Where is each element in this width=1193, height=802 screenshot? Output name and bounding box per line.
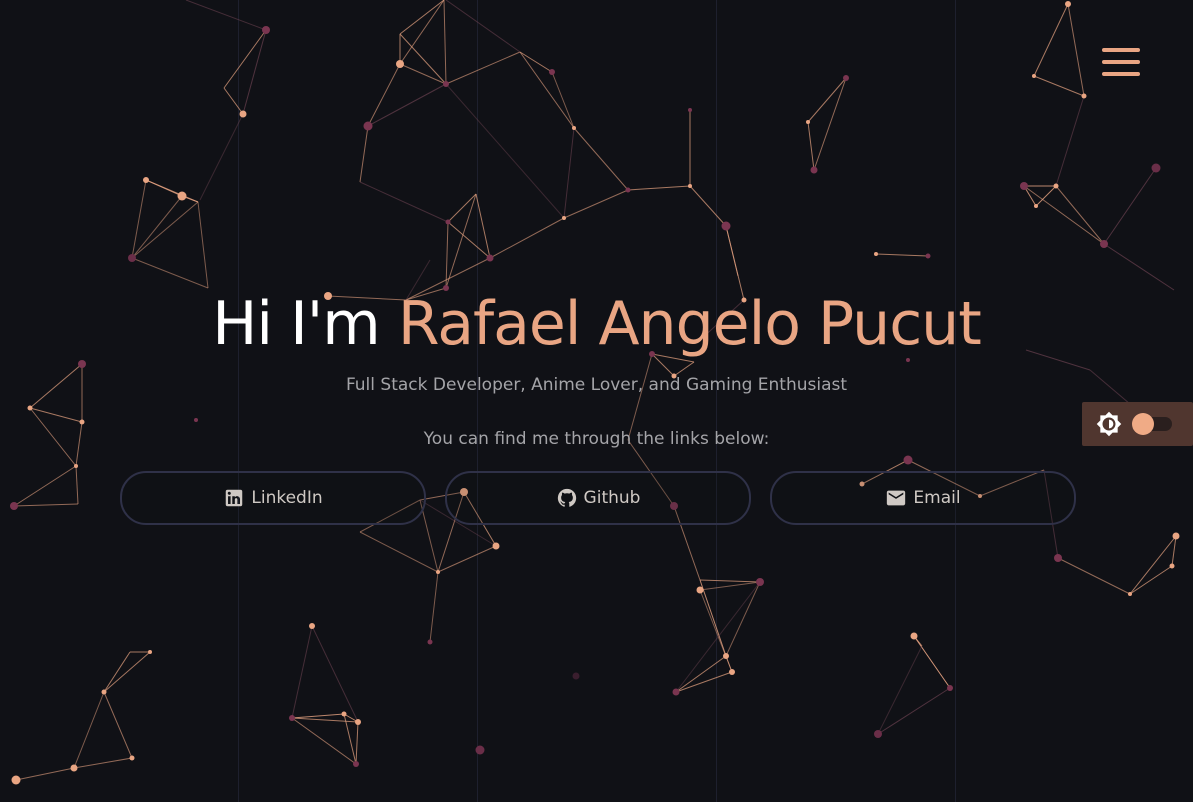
particle-network-background [10, 0, 1180, 785]
landing-page: Hi I'm Rafael Angelo Pucut Full Stack De… [0, 0, 1193, 802]
menu-bar [1102, 72, 1140, 76]
email-button[interactable]: Email [770, 471, 1076, 525]
email-icon [887, 490, 906, 506]
name-text: Rafael Angelo Pucut [397, 289, 982, 359]
linkedin-label: LinkedIn [251, 488, 323, 508]
hero-subtitle: Full Stack Developer, Anime Lover, and G… [345, 375, 848, 395]
greeting-text: Hi I'm [212, 289, 398, 359]
linkedin-icon [226, 489, 243, 507]
email-label: Email [913, 488, 961, 508]
linkedin-button[interactable]: LinkedIn [120, 471, 426, 525]
github-button[interactable]: Github [445, 471, 751, 525]
github-label: Github [583, 488, 641, 508]
menu-bar [1102, 60, 1140, 64]
hero-title: Hi I'm Rafael Angelo Pucut [0, 284, 1193, 364]
menu-bar [1102, 48, 1140, 52]
github-icon [557, 488, 576, 507]
hamburger-menu-icon[interactable] [1098, 44, 1144, 80]
links-intro-text: You can find me through the links below: [423, 429, 770, 449]
